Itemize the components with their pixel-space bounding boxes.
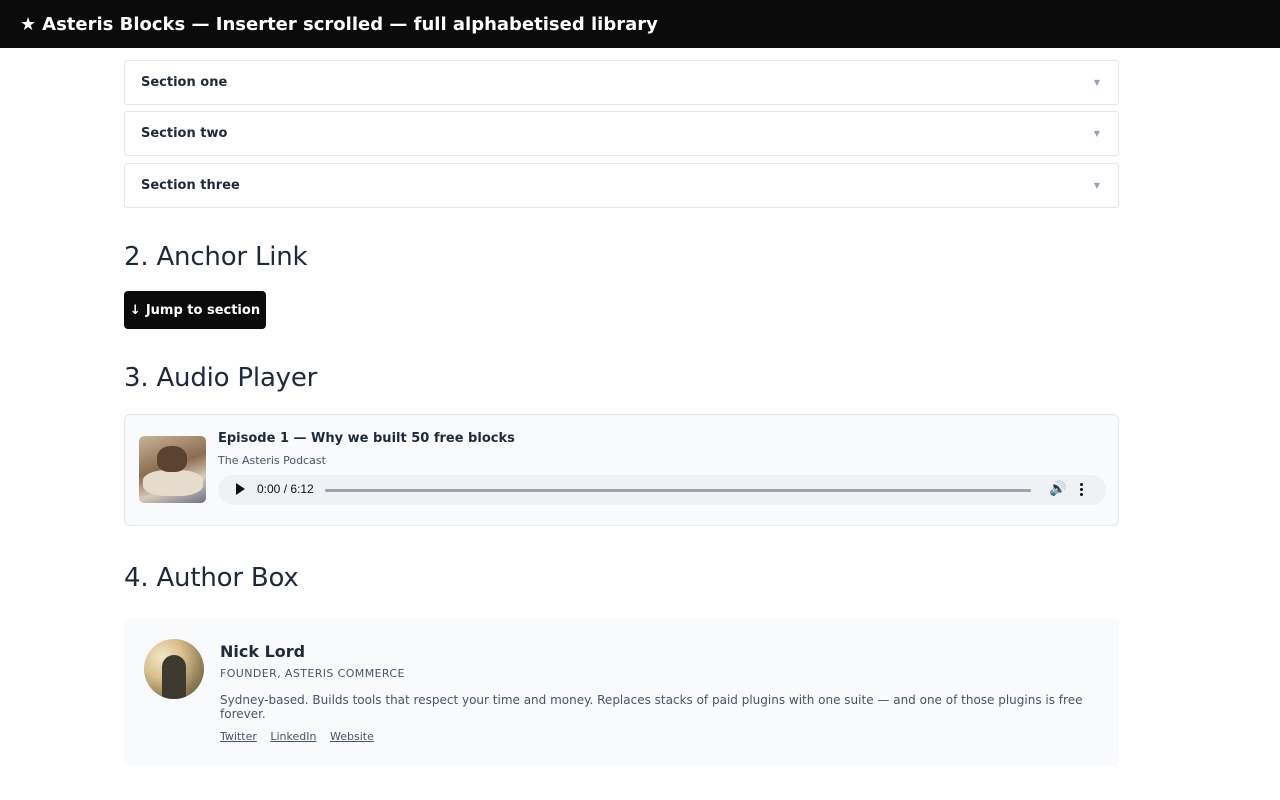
seek-bar[interactable] bbox=[325, 489, 1031, 492]
author-role: FOUNDER, ASTERIS COMMERCE bbox=[220, 667, 405, 680]
author-name: Nick Lord bbox=[220, 642, 306, 661]
podcast-cover-image bbox=[139, 436, 206, 503]
author-box-card: Nick Lord FOUNDER, ASTERIS COMMERCE Sydn… bbox=[124, 619, 1119, 766]
audio-player-heading: 3. Audio Player bbox=[124, 363, 318, 393]
playback-time: 0:00 / 6:12 bbox=[257, 482, 314, 496]
audio-player-card: Episode 1 — Why we built 50 free blocks … bbox=[124, 414, 1119, 526]
author-bio: Sydney-based. Builds tools that respect … bbox=[220, 693, 1083, 721]
accordion-item-label: Section two bbox=[141, 126, 228, 141]
website-link[interactable]: Website bbox=[330, 730, 374, 743]
page-title: Asteris Blocks — Inserter scrolled — ful… bbox=[42, 13, 658, 35]
play-icon[interactable] bbox=[236, 483, 245, 495]
volume-icon[interactable]: 🔊 bbox=[1049, 481, 1066, 497]
linkedin-link[interactable]: LinkedIn bbox=[270, 730, 316, 743]
accordion-item-section-three[interactable]: Section three ▼ bbox=[124, 163, 1119, 208]
top-bar: ★ Asteris Blocks — Inserter scrolled — f… bbox=[0, 0, 1280, 48]
accordion-item-section-one[interactable]: Section one ▼ bbox=[124, 60, 1119, 105]
accordion-item-section-two[interactable]: Section two ▼ bbox=[124, 111, 1119, 156]
podcast-name: The Asteris Podcast bbox=[218, 454, 326, 467]
avatar bbox=[144, 639, 204, 699]
twitter-link[interactable]: Twitter bbox=[220, 730, 257, 743]
chevron-down-icon: ▼ bbox=[1093, 129, 1100, 138]
chevron-down-icon: ▼ bbox=[1093, 181, 1100, 190]
jump-to-section-button[interactable]: ↓ Jump to section bbox=[124, 291, 266, 329]
anchor-link-heading: 2. Anchor Link bbox=[124, 242, 308, 272]
accordion-item-label: Section one bbox=[141, 75, 228, 90]
more-options-icon[interactable] bbox=[1080, 483, 1084, 497]
author-box-heading: 4. Author Box bbox=[124, 563, 299, 593]
jump-to-section-label: Jump to section bbox=[145, 302, 261, 318]
audio-controls: 0:00 / 6:12 🔊 bbox=[218, 475, 1106, 505]
accordion-item-label: Section three bbox=[141, 178, 240, 193]
arrow-down-icon: ↓ bbox=[129, 302, 141, 318]
episode-title: Episode 1 — Why we built 50 free blocks bbox=[218, 431, 515, 446]
star-icon: ★ bbox=[20, 13, 37, 35]
author-links: Twitter LinkedIn Website bbox=[220, 730, 384, 743]
chevron-down-icon: ▼ bbox=[1093, 78, 1100, 87]
